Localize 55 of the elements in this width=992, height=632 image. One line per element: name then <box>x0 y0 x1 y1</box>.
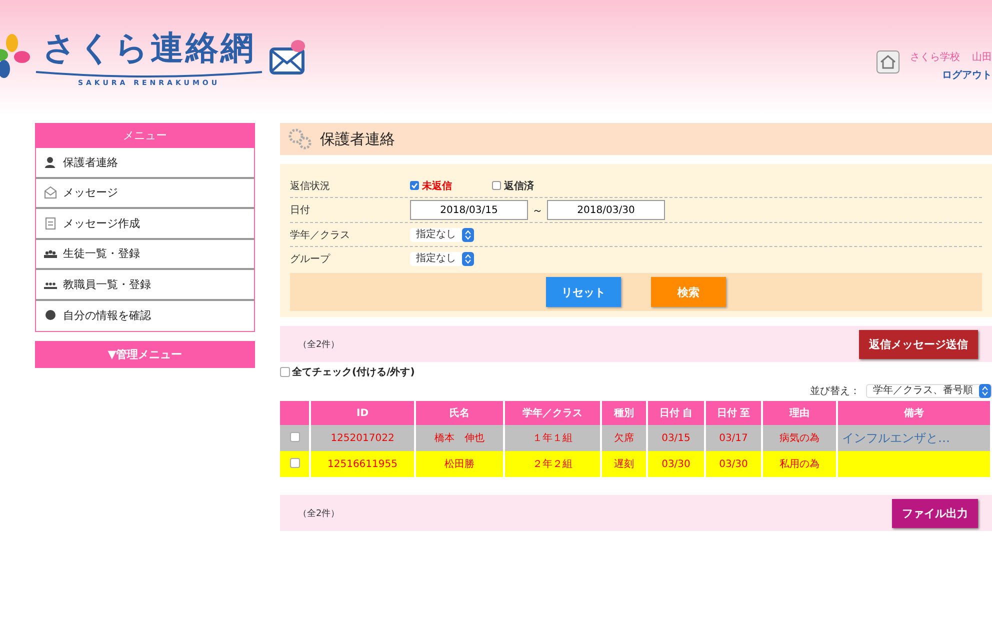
date-to-field[interactable]: 2018/03/30 <box>547 200 665 220</box>
school-name: さくら学校 <box>910 50 960 64</box>
logo-title: さくら連絡網 <box>42 27 256 69</box>
select-arrow-icon <box>979 384 991 398</box>
filter-label: 学年／クラス <box>290 228 351 242</box>
status-checkbox[interactable]: 返信済 <box>492 178 574 192</box>
column-header: 理由 <box>762 401 837 425</box>
menu-item[interactable]: メッセージ <box>36 178 254 209</box>
table-cell: 私用の為 <box>762 451 837 477</box>
filter-label: 返信状況 <box>290 180 331 192</box>
date-from-field[interactable]: 2018/03/15 <box>410 200 528 220</box>
table-cell: ２年２組 <box>504 451 601 477</box>
group-icon <box>44 247 57 260</box>
person-icon <box>44 156 57 169</box>
column-header: 学年／クラス <box>504 401 601 425</box>
gears-icon <box>288 128 312 150</box>
menu-item[interactable]: 生徒一覧・登録 <box>36 240 254 270</box>
range-separator: ～ <box>532 202 543 218</box>
checkmark-icon <box>411 182 418 189</box>
select-arrow-icon <box>462 228 474 242</box>
sort-select[interactable]: 学年／クラス、番号順 <box>866 384 992 398</box>
class-select[interactable]: 指定なし <box>410 228 474 242</box>
table-cell: 03/30 <box>705 451 762 477</box>
column-header: 日付 自 <box>647 401 705 425</box>
page-title: 保護者連絡 <box>320 130 395 148</box>
reply-message-button[interactable]: 返信メッセージ送信 <box>859 330 978 358</box>
header-cell <box>280 401 310 425</box>
result-count: （全2件） <box>298 338 340 350</box>
status-checkbox[interactable]: 未返信 <box>410 178 492 192</box>
column-header: 日付 至 <box>705 401 762 425</box>
table-cell: 03/30 <box>647 451 705 477</box>
export-button[interactable]: ファイル出力 <box>892 498 978 528</box>
column-header: 氏名 <box>415 401 504 425</box>
logout-link[interactable]: ログアウト <box>942 68 992 82</box>
swoosh-icon <box>34 71 264 79</box>
column-header: ID <box>310 401 415 425</box>
column-header: 種別 <box>601 401 647 425</box>
group-select[interactable]: 指定なし <box>410 252 474 266</box>
document-icon <box>44 216 57 230</box>
envelope-icon <box>44 186 57 200</box>
check-all-checkbox[interactable]: 全てチェック(付ける/外す) <box>280 365 992 379</box>
column-header: 備考 <box>837 401 991 425</box>
home-icon[interactable] <box>876 50 900 74</box>
table-cell: 12516611955 <box>310 451 415 477</box>
sort-label: 並び替え： <box>810 384 860 398</box>
filter-label: 日付 <box>290 204 311 217</box>
table-cell: 松田勝 <box>415 451 504 477</box>
filter-label: グループ <box>290 252 332 266</box>
head-icon <box>44 309 57 322</box>
table-cell: 遅刻 <box>601 451 647 477</box>
user-name: 山田 <box>972 50 992 64</box>
result-count: （全2件） <box>298 508 340 520</box>
flower-icon <box>0 32 30 80</box>
select-arrow-icon <box>462 252 474 266</box>
menu-header: メニュー <box>35 123 255 148</box>
